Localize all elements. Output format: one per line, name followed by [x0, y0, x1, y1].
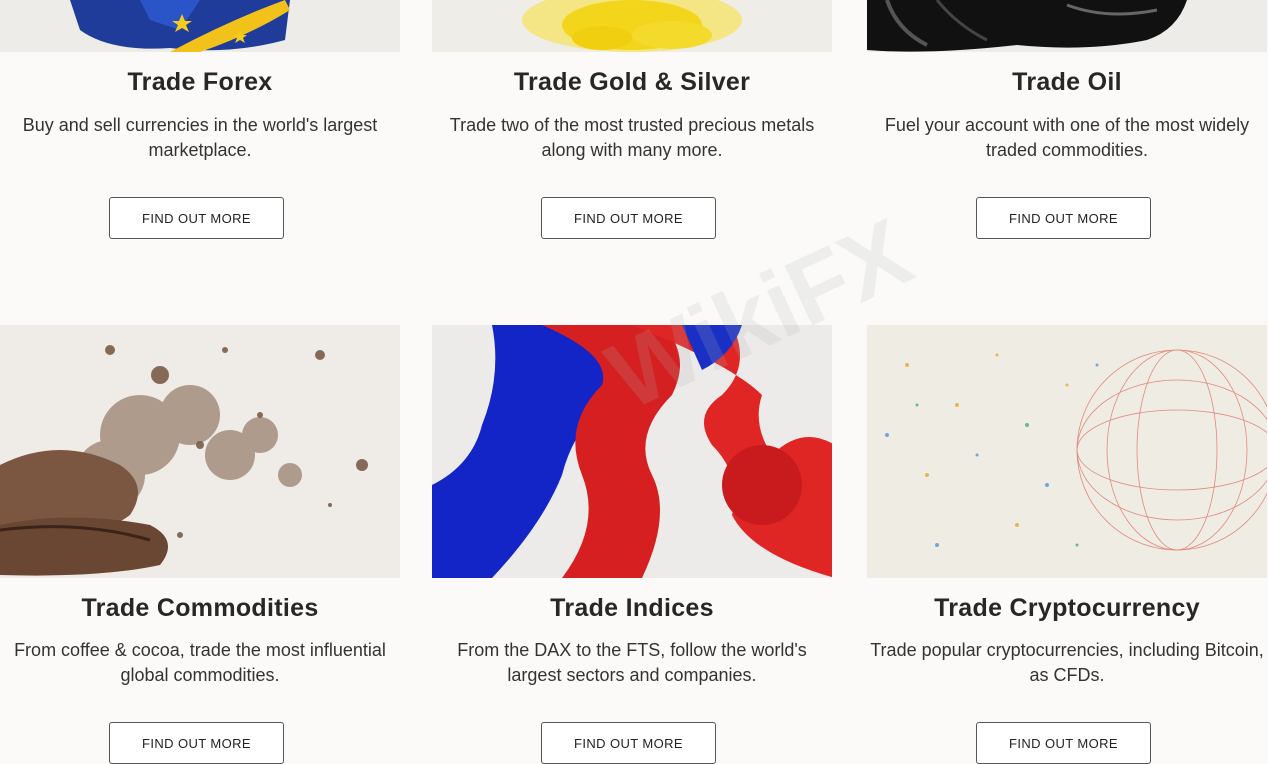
card-description: Trade popular cryptocurrencies, includin…	[870, 640, 1264, 685]
commodities-image	[0, 325, 400, 578]
card-title: Trade Forex	[127, 68, 273, 96]
find-out-more-button[interactable]: FIND OUT MORE	[976, 197, 1151, 239]
card-description: Fuel your account with one of the most w…	[884, 115, 1250, 160]
card-description: Trade two of the most trusted precious m…	[449, 115, 815, 160]
card-title: Trade Indices	[550, 594, 714, 622]
gold-image	[432, 0, 832, 52]
card-description: Buy and sell currencies in the world's l…	[22, 115, 378, 160]
indices-image	[432, 325, 832, 578]
crypto-image	[867, 325, 1267, 578]
card-title: Trade Gold & Silver	[513, 68, 751, 96]
card-title: Trade Oil	[1012, 68, 1122, 96]
forex-image	[0, 0, 400, 52]
oil-image	[867, 0, 1267, 52]
find-out-more-button[interactable]: FIND OUT MORE	[109, 197, 284, 239]
card-description: From coffee & cocoa, trade the most infl…	[14, 640, 386, 685]
find-out-more-button[interactable]: FIND OUT MORE	[109, 722, 284, 764]
card-title: Trade Cryptocurrency	[934, 594, 1200, 622]
find-out-more-button[interactable]: FIND OUT MORE	[976, 722, 1151, 764]
card-description: From the DAX to the FTS, follow the worl…	[457, 640, 807, 685]
find-out-more-button[interactable]: FIND OUT MORE	[541, 722, 716, 764]
card-title: Trade Commodities	[81, 594, 319, 622]
find-out-more-button[interactable]: FIND OUT MORE	[541, 197, 716, 239]
